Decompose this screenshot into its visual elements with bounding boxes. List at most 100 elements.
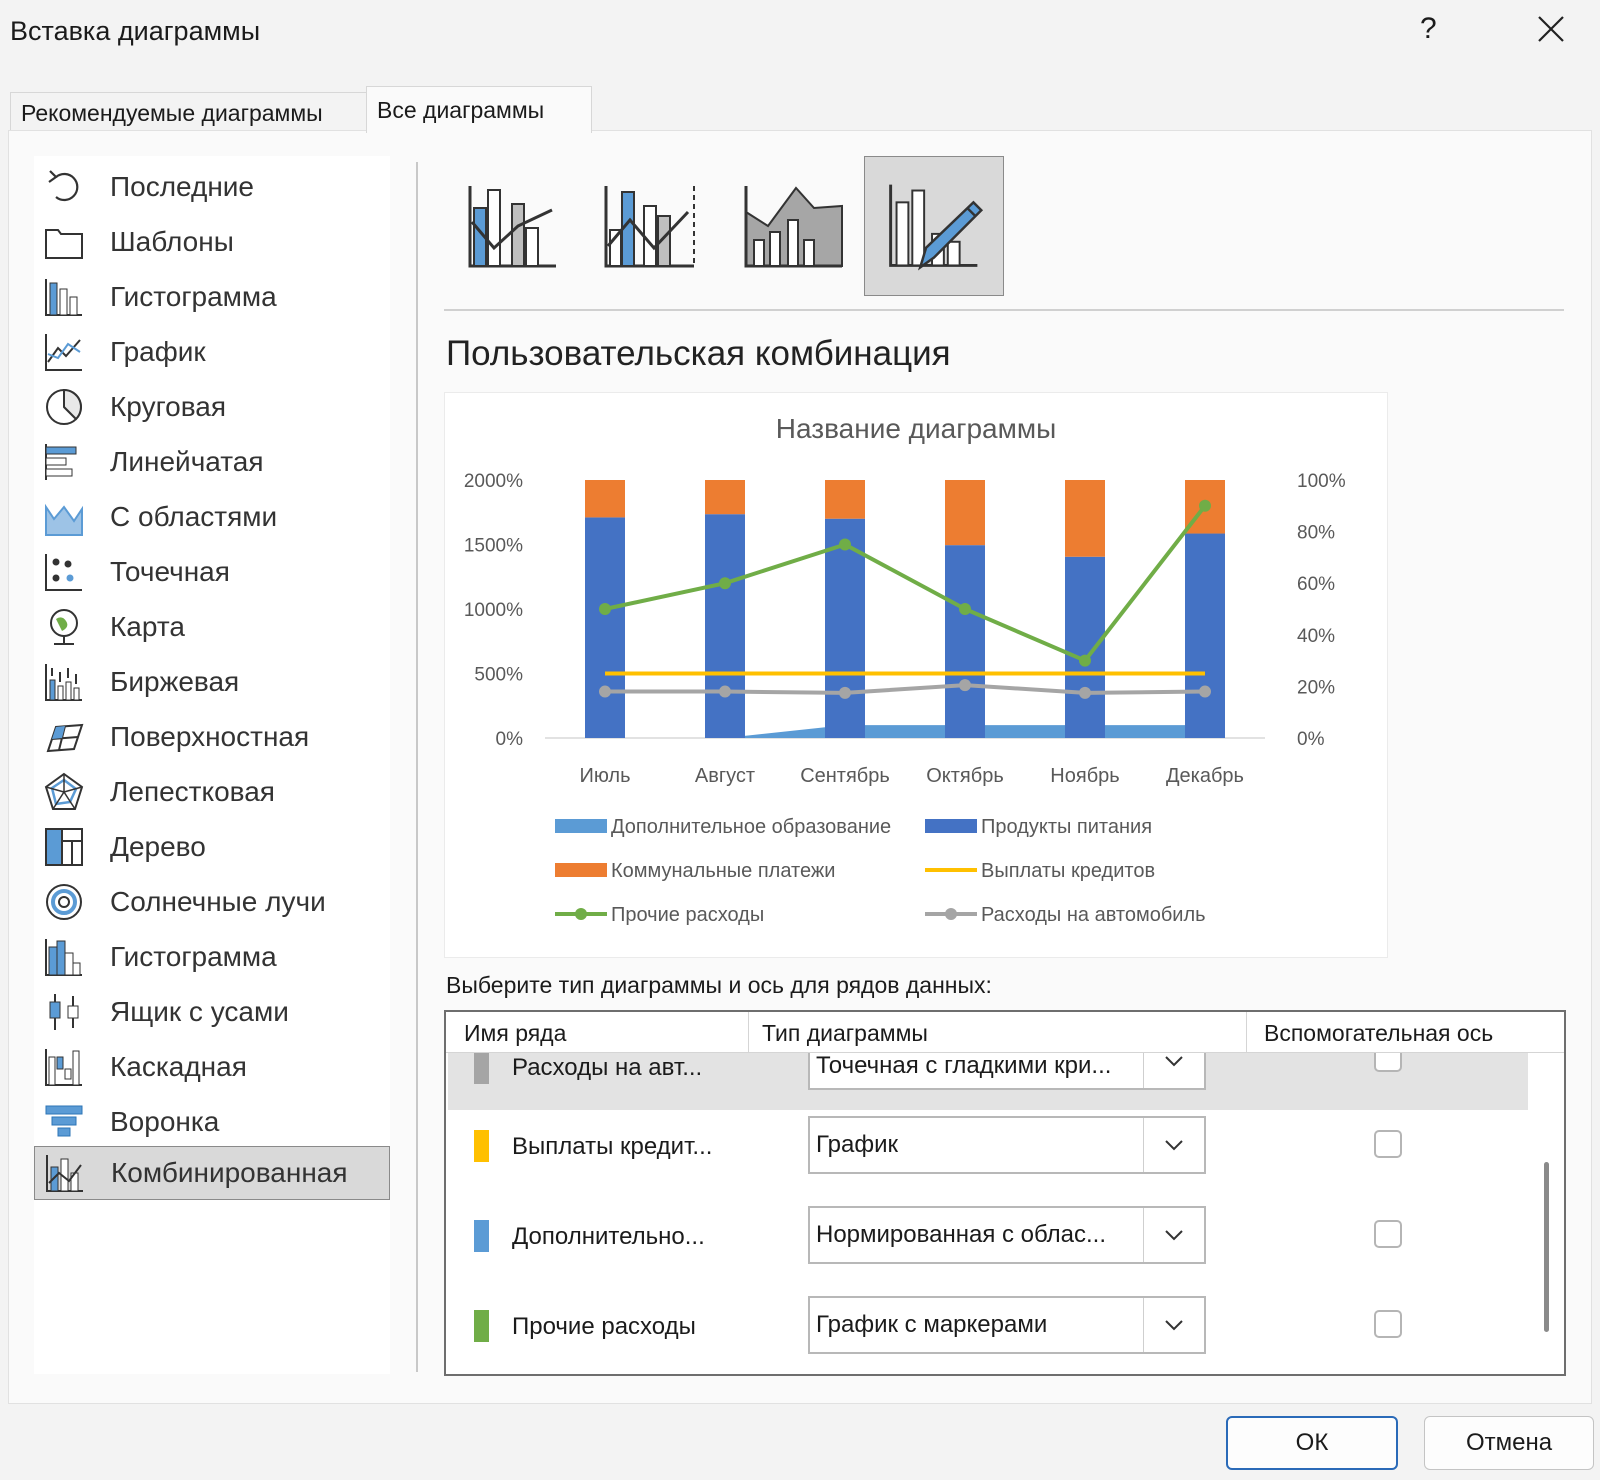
legend-label: Продукты питания <box>981 816 1152 838</box>
subtype-custom-combination[interactable] <box>864 156 1004 296</box>
chart-type-value: Точечная с гладкими кри... <box>816 1052 1112 1079</box>
chart-type-dropdown[interactable]: График <box>808 1116 1206 1174</box>
series-marker <box>1079 654 1091 667</box>
line-chart-icon <box>40 330 88 374</box>
sidebar-item-templates[interactable]: Шаблоны <box>34 215 390 269</box>
dialog-title-bar: Вставка диаграммы ? <box>0 0 1600 66</box>
secondary-axis-checkbox[interactable] <box>1374 1130 1402 1158</box>
bar-segment <box>705 480 745 515</box>
sidebar-item-bar[interactable]: Линейчатая <box>34 435 390 489</box>
column-header-chart-type: Тип диаграммы <box>762 1020 928 1046</box>
x-tick-label: Сентябрь <box>800 765 890 787</box>
sidebar-item-box-whisker[interactable]: Ящик с усами <box>34 985 390 1039</box>
sidebar-item-label: Шаблоны <box>110 226 234 257</box>
sidebar-item-label: Ящик с усами <box>110 996 289 1027</box>
chart-type-dropdown[interactable]: Нормированная с облас... <box>808 1206 1206 1264</box>
subtype-stacked-area-column[interactable] <box>724 156 864 296</box>
subtype-clustered-column-line-secondary[interactable] <box>584 156 724 296</box>
y2-tick-label: 100% <box>1297 471 1346 492</box>
sidebar-item-label: Последние <box>110 171 255 202</box>
series-row[interactable]: Прочие расходы График с маркерами <box>448 1290 1528 1374</box>
series-row[interactable]: Выплаты кредит... График <box>448 1110 1528 1200</box>
legend-marker <box>575 908 587 920</box>
column-header-secondary-axis: Вспомогательная ось <box>1264 1020 1494 1046</box>
radar-chart-icon <box>40 770 88 814</box>
dropdown-button[interactable] <box>1143 1298 1204 1352</box>
column-header-series-name: Имя ряда <box>464 1020 567 1046</box>
series-color-swatch <box>474 1130 489 1162</box>
chart-category-list: Последние Шаблоны Гистограмма График Кру… <box>34 156 390 1374</box>
sidebar-item-label: Солнечные лучи <box>110 886 326 917</box>
bar-segment <box>1065 480 1105 557</box>
series-color-swatch <box>474 1310 489 1342</box>
series-marker <box>599 603 611 615</box>
sidebar-item-pie[interactable]: Круговая <box>34 380 390 434</box>
secondary-axis-checkbox[interactable] <box>1374 1220 1402 1248</box>
dropdown-button[interactable] <box>1143 1208 1204 1262</box>
sidebar-item-combo[interactable]: Комбинированная <box>34 1146 390 1200</box>
y2-tick-label: 80% <box>1297 523 1335 544</box>
sidebar-item-scatter[interactable]: Точечная <box>34 545 390 599</box>
chart-type-dropdown[interactable]: График с маркерами <box>808 1296 1206 1354</box>
templates-icon <box>40 220 88 264</box>
chevron-down-icon <box>1165 1230 1183 1241</box>
sidebar-item-stock[interactable]: Биржевая <box>34 655 390 709</box>
series-marker <box>599 685 611 698</box>
sidebar-item-recent[interactable]: Последние <box>34 160 390 214</box>
series-marker <box>959 603 971 615</box>
histogram-icon <box>40 935 88 979</box>
sidebar-item-label: Лепестковая <box>110 776 275 807</box>
map-chart-icon <box>40 605 88 649</box>
chevron-down-icon <box>1165 1056 1183 1067</box>
sidebar-item-label: Комбинированная <box>111 1157 348 1188</box>
sidebar-item-treemap[interactable]: Дерево <box>34 820 390 874</box>
clustered-column-line-icon <box>468 186 556 268</box>
pie-chart-icon <box>40 385 88 429</box>
series-table-header: Имя ряда Тип диаграммы Вспомогательная о… <box>446 1012 1564 1053</box>
subtype-title: Пользовательская комбинация <box>446 334 951 373</box>
sunburst-icon <box>40 880 88 924</box>
sidebar-item-map[interactable]: Карта <box>34 600 390 654</box>
column-separator[interactable] <box>1246 1012 1247 1052</box>
sidebar-item-area[interactable]: С областями <box>34 490 390 544</box>
series-row[interactable]: Дополнительно... Нормированная с облас..… <box>448 1200 1528 1290</box>
secondary-axis-checkbox[interactable] <box>1374 1310 1402 1338</box>
tab-all-charts[interactable]: Все диаграммы <box>366 86 592 133</box>
series-name: Расходы на авт... <box>512 1054 703 1081</box>
close-button[interactable] <box>1536 14 1566 49</box>
subtype-clustered-column-line[interactable] <box>444 156 584 296</box>
sidebar-item-surface[interactable]: Поверхностная <box>34 710 390 764</box>
series-table-scrollbar[interactable] <box>1544 1162 1549 1332</box>
chevron-down-icon <box>1165 1320 1183 1331</box>
ok-button[interactable]: ОК <box>1226 1416 1398 1470</box>
chart-subtype-gallery <box>444 156 1560 302</box>
bar-segment <box>1065 556 1105 738</box>
recent-icon <box>40 165 88 209</box>
sidebar-item-sunburst[interactable]: Солнечные лучи <box>34 875 390 929</box>
sidebar-item-histogram[interactable]: Гистограмма <box>34 930 390 984</box>
x-tick-label: Июль <box>579 765 630 787</box>
treemap-icon <box>40 825 88 869</box>
clustered-column-line-secondary-axis-icon <box>604 186 695 268</box>
legend-swatch <box>925 819 977 833</box>
sidebar-item-waterfall[interactable]: Каскадная <box>34 1040 390 1094</box>
funnel-icon <box>40 1100 88 1144</box>
sidebar-separator <box>416 162 418 1372</box>
series-marker <box>719 685 731 698</box>
series-marker <box>1079 686 1091 699</box>
sidebar-item-column[interactable]: Гистограмма <box>34 270 390 324</box>
tab-recommended-charts[interactable]: Рекомендуемые диаграммы <box>10 92 370 133</box>
sidebar-item-line[interactable]: График <box>34 325 390 379</box>
help-button[interactable]: ? <box>1420 12 1437 46</box>
sidebar-item-label: Воронка <box>110 1106 220 1137</box>
sidebar-item-funnel[interactable]: Воронка <box>34 1095 390 1149</box>
sidebar-item-radar[interactable]: Лепестковая <box>34 765 390 819</box>
column-separator[interactable] <box>748 1012 749 1052</box>
sidebar-item-label: График <box>110 336 206 367</box>
legend-swatch <box>555 863 607 877</box>
series-name: Выплаты кредит... <box>512 1133 713 1160</box>
dropdown-button[interactable] <box>1143 1118 1204 1172</box>
series-table: Имя ряда Тип диаграммы Вспомогательная о… <box>444 1010 1566 1376</box>
legend-label: Прочие расходы <box>611 904 764 926</box>
cancel-button[interactable]: Отмена <box>1424 1416 1594 1470</box>
